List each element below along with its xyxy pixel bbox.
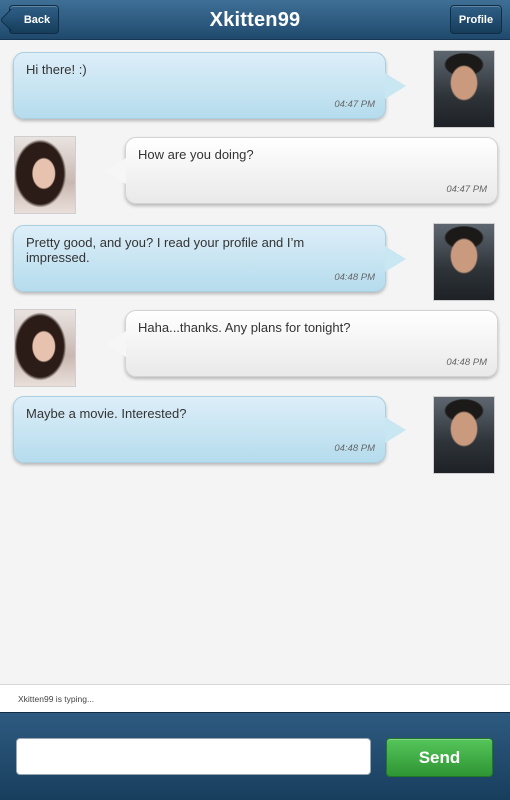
message-timestamp: 04:48 PM — [334, 443, 375, 454]
composer-bar: Send — [0, 712, 510, 800]
message-text: Hi there! :) — [26, 62, 87, 77]
outgoing-message-bubble: Maybe a movie. Interested? 04:48 PM — [13, 396, 406, 463]
incoming-message-bubble: How are you doing? 04:47 PM — [105, 137, 498, 204]
message-text: Haha...thanks. Any plans for tonight? — [138, 320, 351, 335]
header-bar: Xkitten99 Back Profile — [0, 0, 510, 40]
male-avatar[interactable] — [433, 396, 495, 474]
message-text: Pretty good, and you? I read your profil… — [26, 235, 305, 265]
outgoing-message-bubble: Pretty good, and you? I read your profil… — [13, 225, 406, 292]
message-row: Haha...thanks. Any plans for tonight? 04… — [0, 309, 510, 389]
typing-indicator: Xkitten99 is typing... — [0, 684, 510, 712]
message-timestamp: 04:48 PM — [334, 272, 375, 283]
message-row: Maybe a movie. Interested? 04:48 PM — [0, 396, 510, 476]
male-avatar[interactable] — [433, 50, 495, 128]
chat-screen: Xkitten99 Back Profile Hi there! :) 04:4… — [0, 0, 510, 800]
profile-button[interactable]: Profile — [450, 5, 502, 34]
message-timestamp: 04:48 PM — [446, 357, 487, 368]
message-row: Pretty good, and you? I read your profil… — [0, 223, 510, 303]
message-timestamp: 04:47 PM — [446, 184, 487, 195]
female-avatar[interactable] — [14, 136, 76, 214]
message-input[interactable] — [16, 738, 371, 775]
message-timestamp: 04:47 PM — [334, 99, 375, 110]
message-text: Maybe a movie. Interested? — [26, 406, 187, 421]
incoming-message-bubble: Haha...thanks. Any plans for tonight? 04… — [105, 310, 498, 377]
back-button-label: Back — [23, 13, 51, 26]
message-list[interactable]: Hi there! :) 04:47 PM How are you doing?… — [0, 41, 510, 684]
conversation-title: Xkitten99 — [209, 9, 301, 31]
message-row: How are you doing? 04:47 PM — [0, 136, 510, 216]
female-avatar[interactable] — [14, 309, 76, 387]
back-button[interactable]: Back — [9, 5, 59, 34]
send-button[interactable]: Send — [386, 738, 493, 777]
message-text: How are you doing? — [138, 147, 254, 162]
message-row: Hi there! :) 04:47 PM — [0, 50, 510, 130]
outgoing-message-bubble: Hi there! :) 04:47 PM — [13, 52, 406, 119]
male-avatar[interactable] — [433, 223, 495, 301]
